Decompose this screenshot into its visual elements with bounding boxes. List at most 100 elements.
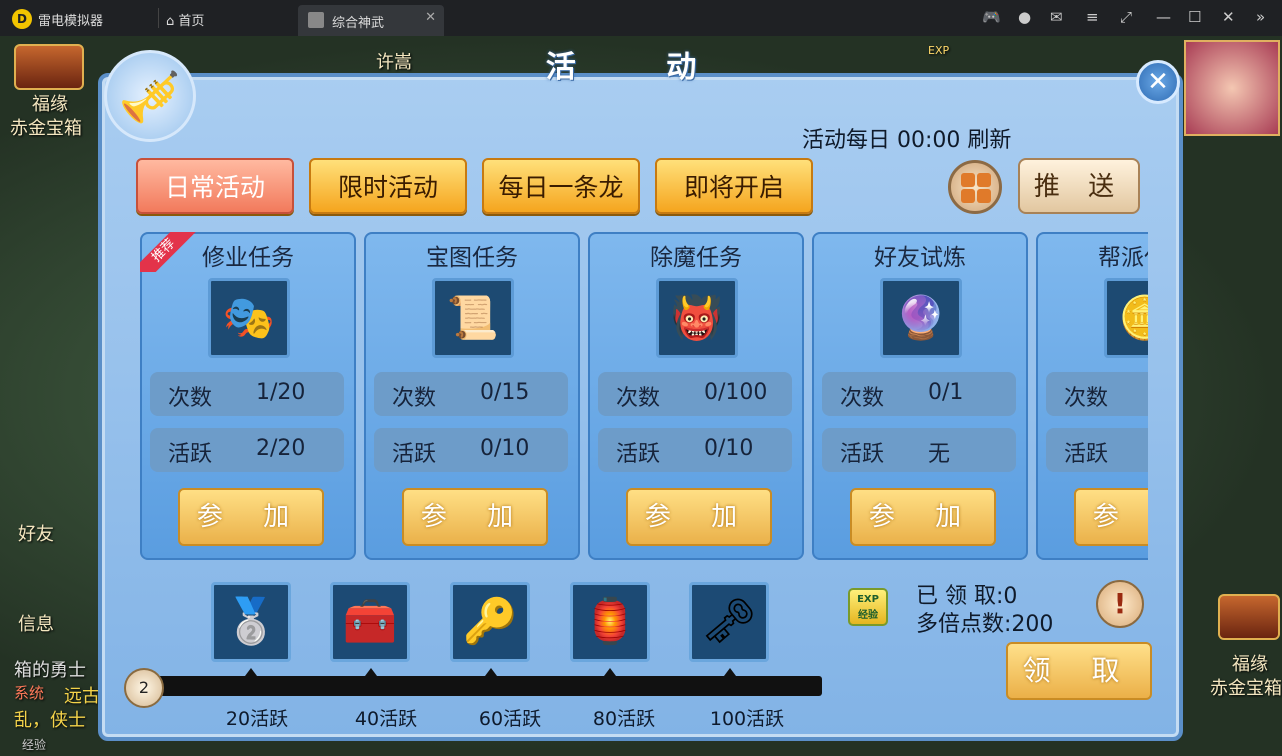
join-button[interactable]: 参 加 — [178, 488, 324, 546]
count-row: 次数 0/1 — [822, 372, 1016, 416]
emulator-logo-icon: D — [12, 9, 32, 29]
milestone-tick — [485, 668, 497, 676]
reward-silver-ingot-icon[interactable]: 🥈 — [211, 582, 291, 662]
push-button[interactable]: 推 送 — [1018, 158, 1140, 214]
activity-title: 好友试炼 — [874, 245, 966, 271]
active-row: 活跃 — [1046, 428, 1148, 472]
milestone-tick — [604, 668, 616, 676]
gamepad-icon[interactable]: 🎮 — [982, 8, 1001, 26]
refresh-notice: 活动每日 00:00 刷新 — [802, 128, 1012, 153]
active-value: 无 — [928, 442, 951, 467]
claim-button[interactable]: 领 取 — [1006, 642, 1152, 700]
demon-mask-icon[interactable]: 👹 — [656, 278, 738, 358]
right-chest-icon[interactable] — [1218, 594, 1280, 640]
count-row: 次数 0/15 — [374, 372, 568, 416]
count-value: 0/15 — [480, 380, 530, 405]
game-tab-label: 综合神武 — [332, 16, 385, 31]
maximize-icon[interactable]: ☐ — [1188, 8, 1201, 26]
right-chest-title: 福缘 — [1232, 654, 1268, 675]
resize-icon[interactable]: ⤢ — [1120, 8, 1132, 26]
panel-title: 活 动 — [545, 50, 737, 85]
user-icon[interactable]: ● — [1018, 8, 1031, 26]
tab-daily-dragon[interactable]: 每日一条龙 — [482, 158, 640, 214]
active-row: 活跃 2/20 — [150, 428, 344, 472]
count-label: 次数 — [392, 386, 437, 411]
activity-title: 宝图任务 — [426, 245, 518, 271]
active-label: 活跃 — [392, 442, 437, 467]
info-warning-icon[interactable]: ! — [1096, 580, 1144, 628]
exp-multiplier-icon: EXP 经验 — [848, 588, 888, 626]
activity-card-demon-slaying: 除魔任务 👹 次数 0/100 活跃 0/10 参 加 — [588, 232, 804, 560]
coin-icon[interactable]: 🪙 — [1104, 278, 1148, 358]
join-button[interactable]: 参 加 — [1074, 488, 1148, 546]
window-titlebar: D 雷电模拟器 ⌂ 首页 综合神武 ✕ 🎮 ● ✉ ≡ ⤢ — ☐ ✕ » — [0, 0, 1282, 36]
milestone-label: 80活跃 — [592, 708, 656, 730]
active-value: 0/10 — [704, 436, 754, 461]
home-tab[interactable]: ⌂ 首页 — [166, 10, 204, 29]
count-label: 次数 — [168, 386, 213, 411]
reward-silver-key-icon[interactable]: 🔑 — [450, 582, 530, 662]
app-name: 雷电模拟器 — [38, 14, 104, 29]
left-chest-title: 福缘 — [32, 94, 68, 115]
scroll-icon[interactable]: 📜 — [432, 278, 514, 358]
friends-button[interactable]: 好友 — [18, 520, 54, 546]
mask-icon[interactable]: 🎭 — [208, 278, 290, 358]
count-row: 次数 — [1046, 372, 1148, 416]
reward-treasure-chest-icon[interactable]: 🧰 — [330, 582, 410, 662]
join-button[interactable]: 参 加 — [402, 488, 548, 546]
active-label: 活跃 — [616, 442, 661, 467]
count-value: 0/1 — [928, 380, 964, 405]
grid-cell-icon — [961, 173, 975, 187]
active-row: 活跃 0/10 — [598, 428, 792, 472]
tab-upcoming[interactable]: 即将开启 — [655, 158, 813, 214]
count-label: 次数 — [616, 386, 661, 411]
chat-system-tag: 系统 — [14, 684, 45, 702]
activity-card-friend-trial: 好友试炼 🔮 次数 0/1 活跃 无 参 加 — [812, 232, 1028, 560]
game-tab-icon — [308, 12, 324, 28]
home-tab-label: 首页 — [178, 14, 205, 29]
grid-cell-icon — [977, 189, 991, 203]
active-value: 0/10 — [480, 436, 530, 461]
tab-close-icon[interactable]: ✕ — [425, 10, 436, 25]
multiplier-points: 多倍点数:200 — [916, 612, 1054, 637]
grid-menu-button[interactable] — [948, 160, 1002, 214]
milestone-tick — [365, 668, 377, 676]
milestone-label: 20活跃 — [225, 708, 289, 730]
activity-progress-bar — [144, 676, 822, 696]
reward-gold-chest-icon[interactable]: 🏮 — [570, 582, 650, 662]
active-label: 活跃 — [1064, 442, 1109, 467]
count-value: 1/20 — [256, 380, 306, 405]
active-row: 活跃 0/10 — [374, 428, 568, 472]
menu-icon[interactable]: ≡ — [1086, 8, 1099, 26]
mail-icon[interactable]: ✉ — [1050, 8, 1063, 26]
current-active-value: 2 — [124, 668, 164, 708]
join-button[interactable]: 参 加 — [850, 488, 996, 546]
active-label: 活跃 — [168, 442, 213, 467]
purple-orb-icon[interactable]: 🔮 — [880, 278, 962, 358]
game-tab[interactable]: 综合神武 ✕ — [298, 5, 444, 36]
titlebar-divider — [158, 8, 159, 28]
sidebar-toggle-icon[interactable]: » — [1256, 8, 1265, 26]
reward-gold-key-icon[interactable]: 🗝 — [689, 582, 769, 662]
minimize-icon[interactable]: — — [1156, 8, 1171, 26]
count-value: 0/100 — [704, 380, 768, 405]
activity-card-cultivation: 推荐 修业任务 🎭 次数 1/20 活跃 2/20 参 加 — [140, 232, 356, 560]
count-row: 次数 1/20 — [150, 372, 344, 416]
tab-limited[interactable]: 限时活动 — [309, 158, 467, 214]
count-label: 次数 — [1064, 386, 1109, 411]
exp-bar-label: 经验 — [22, 738, 47, 752]
activity-title: 帮派任务 — [1098, 245, 1148, 271]
active-row: 活跃 无 — [822, 428, 1016, 472]
close-button[interactable]: ✕ — [1136, 60, 1180, 104]
join-button[interactable]: 参 加 — [626, 488, 772, 546]
grid-cell-icon — [977, 173, 991, 187]
window-close-icon[interactable]: ✕ — [1222, 8, 1235, 26]
activity-list[interactable]: 推荐 修业任务 🎭 次数 1/20 活跃 2/20 参 加 宝图任务 📜 次数 0/1… — [140, 232, 1148, 560]
tab-daily[interactable]: 日常活动 — [136, 158, 294, 214]
chat-line-2: 远古 — [64, 686, 100, 707]
activity-card-treasure-map: 宝图任务 📜 次数 0/15 活跃 0/10 参 加 — [364, 232, 580, 560]
milestone-label: 60活跃 — [478, 708, 542, 730]
milestone-tick — [245, 668, 257, 676]
chat-line-3: 乱，侠士 — [14, 710, 86, 731]
messages-button[interactable]: 信息 — [18, 610, 54, 636]
